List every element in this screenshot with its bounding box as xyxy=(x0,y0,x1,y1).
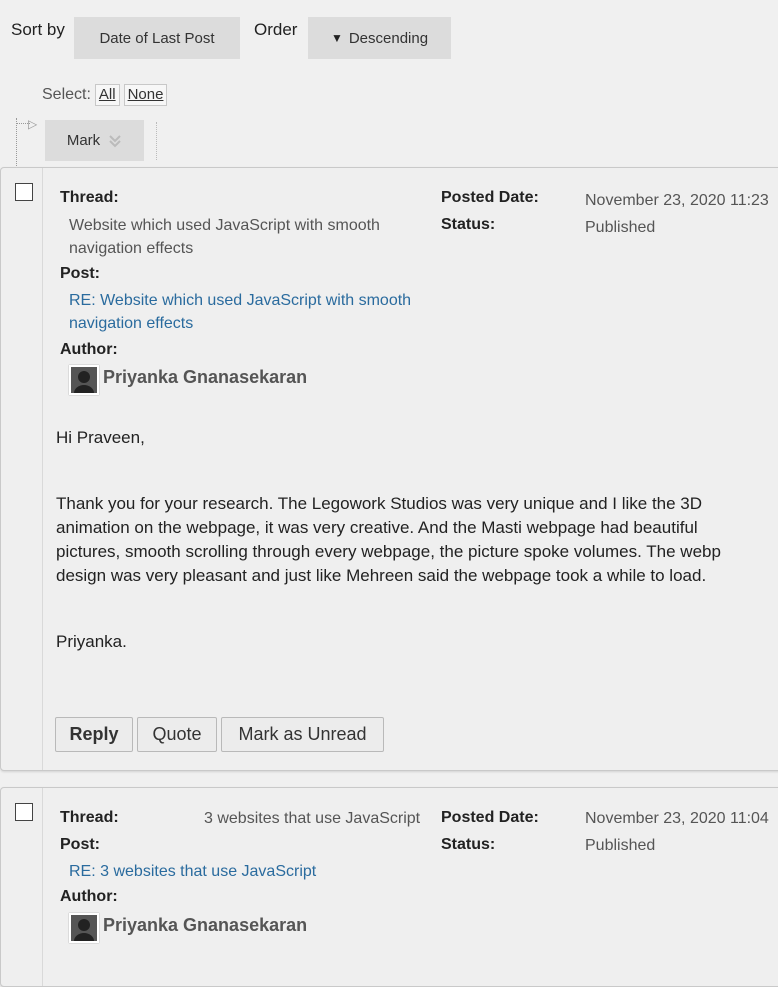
posted-date-label: Posted Date: xyxy=(441,809,539,826)
order-value: Descending xyxy=(348,29,429,47)
author-name[interactable]: Priyanka Gnanasekaran xyxy=(103,367,307,388)
posted-date-value: November 23, 2020 11:23 xyxy=(585,192,769,209)
avatar xyxy=(69,913,99,943)
post-body-line: Thank you for your research. The Legowor… xyxy=(56,494,703,513)
posted-date-value: November 23, 2020 11:04 xyxy=(585,810,769,827)
user-silhouette-icon xyxy=(71,367,97,393)
thread-label: Thread: xyxy=(60,809,119,826)
author-label: Author: xyxy=(60,888,118,905)
order-dropdown[interactable]: ▼ Descending xyxy=(308,17,451,59)
status-label: Status: xyxy=(441,836,496,853)
card-divider xyxy=(42,168,43,770)
post-body-line: design was very pleasant and just like M… xyxy=(56,566,707,585)
mark-as-unread-button[interactable]: Mark as Unread xyxy=(221,717,384,752)
post-link[interactable]: RE: Website which used JavaScript with s… xyxy=(69,289,449,335)
thread-value: 3 websites that use JavaScript xyxy=(204,810,421,827)
status-label: Status: xyxy=(441,216,496,233)
tree-arrow-icon: ▷ xyxy=(28,117,38,131)
order-label: Order xyxy=(254,20,298,39)
posted-date-label: Posted Date: xyxy=(441,189,539,206)
mark-dropdown-button[interactable]: Mark xyxy=(45,120,144,161)
select-row: Select: All None xyxy=(42,84,168,106)
thread-value: Website which used JavaScript with smoot… xyxy=(69,217,380,257)
double-chevron-down-icon xyxy=(109,134,121,147)
post-signature: Priyanka. xyxy=(56,632,127,651)
post-body-line: animation on the webpage, it was very cr… xyxy=(56,518,698,537)
sort-by-dropdown[interactable]: Date of Last Post xyxy=(74,17,240,59)
toolbar-separator xyxy=(156,122,157,160)
post-label: Post: xyxy=(60,265,100,282)
select-all-link[interactable]: All xyxy=(94,84,120,106)
post-body-line: pictures, smooth scrolling through every… xyxy=(56,542,721,561)
post-select-checkbox[interactable] xyxy=(15,803,33,821)
post-card: Thread: 3 websites that use JavaScript P… xyxy=(0,787,778,987)
post-body-line: Hi Praveen, xyxy=(56,428,145,447)
author-label: Author: xyxy=(60,341,118,358)
quote-button[interactable]: Quote xyxy=(137,717,217,752)
author-name[interactable]: Priyanka Gnanasekaran xyxy=(103,915,307,936)
post-label: Post: xyxy=(60,836,100,853)
select-label: Select: xyxy=(42,86,91,103)
mark-label: Mark xyxy=(66,132,101,149)
user-silhouette-icon xyxy=(71,915,97,941)
status-value: Published xyxy=(585,219,656,236)
sort-by-label: Sort by xyxy=(11,20,65,39)
avatar xyxy=(69,365,99,395)
reply-button[interactable]: Reply xyxy=(55,717,133,752)
status-value: Published xyxy=(585,837,656,854)
thread-label: Thread: xyxy=(60,189,119,206)
post-card: Thread: Website which used JavaScript wi… xyxy=(0,167,778,771)
select-none-link[interactable]: None xyxy=(123,84,168,106)
post-link[interactable]: RE: 3 websites that use JavaScript xyxy=(69,860,316,883)
triangle-down-icon: ▼ xyxy=(330,31,343,45)
post-select-checkbox[interactable] xyxy=(15,183,33,201)
card-divider xyxy=(42,788,43,986)
